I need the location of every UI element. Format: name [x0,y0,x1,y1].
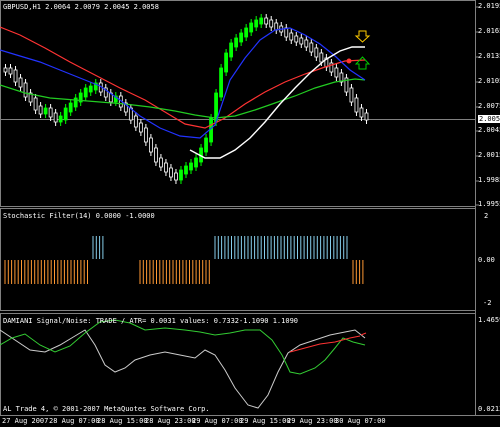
candle-body [63,107,68,121]
time-label: 29 Aug 15:00 [240,417,291,425]
price-tick: 2.0045 [478,126,500,134]
candle-body [294,35,299,43]
candle-body [148,137,153,153]
stoch-tick: -2 [483,299,492,307]
candle-body [164,162,168,173]
candle-body [83,87,88,98]
candle-body [169,167,173,178]
candle-body [304,39,309,48]
candle-body [259,17,264,25]
candle-body [18,77,23,88]
copyright-text: AL Trade 4, © 2001-2007 MetaQuotes Softw… [3,405,210,413]
candle-body [38,105,43,115]
candle-body [364,112,369,121]
price-header: GBPUSD,H1 2.0064 2.0079 2.0045 2.0058 [3,3,159,11]
candle-body [224,52,229,73]
damiani-tick: 1.4659 [478,316,500,324]
candle-body [264,17,269,25]
current-price-label: 2.0058 [478,115,500,123]
candle-body [234,37,239,48]
stochastic-header: Stochastic Filter(14) 0.0000 -1.0000 [3,212,155,220]
time-label: 28 Aug 07:00 [49,417,100,425]
time-label: 27 Aug 2007 [2,417,49,425]
candle-body [13,69,18,83]
candle-body [309,42,314,53]
candle-body [354,97,359,113]
candle-body [314,47,319,58]
candle-body [249,22,254,33]
damiani-panel[interactable] [0,313,476,416]
red-signal-dot-icon [346,58,352,64]
price-tick: 2.0195 [478,2,500,10]
candle-body [179,169,183,181]
candle-body [68,102,73,113]
candle-body [184,165,188,175]
price-tick: 1.9985 [478,176,500,184]
candle-body [229,42,234,58]
candle-body [239,32,244,43]
candle-body [138,122,143,133]
price-tick: 2.0015 [478,151,500,159]
time-label: 28 Aug 23:00 [145,417,196,425]
candle-body [58,115,63,123]
candle-body [73,97,78,108]
candle-body [3,67,8,73]
time-label: 29 Aug 07:00 [192,417,243,425]
candle-body [23,82,28,98]
candle-body [254,19,259,28]
stoch-tick: 0.00 [478,256,495,264]
price-tick: 2.0075 [478,102,500,110]
candle-body [8,67,13,75]
candle-body [143,127,148,143]
candle-body [274,22,279,31]
candle-body [219,67,223,98]
price-tick: 2.0165 [478,27,500,35]
candle-body [48,107,53,118]
candle-body [284,27,289,38]
candle-body [289,32,294,41]
candle-body [299,37,304,45]
candle-body [43,107,48,115]
stochastic-panel[interactable] [0,208,476,311]
candle-body [33,97,38,111]
candle-body [319,52,324,63]
candle-body [53,112,58,123]
stoch-tick: 2 [484,212,489,220]
candle-body [154,147,158,163]
price-tick: 2.0105 [478,77,500,85]
candle-body [159,157,163,168]
candle-body [194,157,198,168]
candle-body [174,172,178,181]
candle-body [349,87,354,103]
candle-body [189,162,193,171]
price-tick: 2.0135 [478,52,500,60]
time-label: 29 Aug 23:00 [287,417,338,425]
candle-body [359,107,364,118]
time-label: 28 Aug 15:00 [97,417,148,425]
candle-body [204,137,208,153]
candle-body [334,67,339,78]
time-label: 30 Aug 07:00 [335,417,386,425]
candle-body [244,27,249,38]
price-tick: 1.9955 [478,200,500,208]
candle-body [88,85,93,93]
candle-body [133,115,138,128]
damiani-header: DAMIANI Signal/Noise: TRADE / ATR= 0.003… [3,317,299,325]
candle-body [269,19,274,28]
damiani-tick: 0.0212 [478,405,500,413]
